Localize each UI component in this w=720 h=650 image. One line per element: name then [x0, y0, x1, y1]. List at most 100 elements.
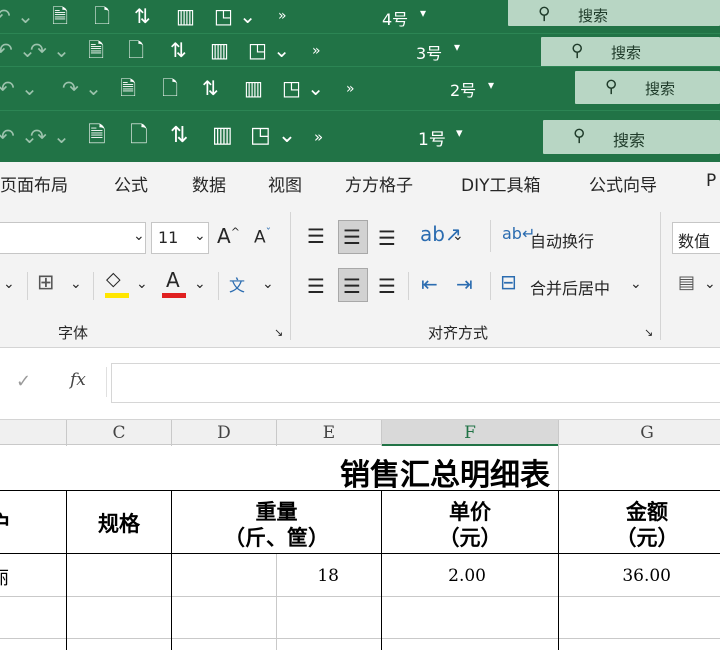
align-left-icon[interactable]: ☰ — [307, 274, 325, 298]
merge-center-label[interactable]: 合并后居中 — [530, 275, 610, 299]
sort-icon[interactable]: ⇅ — [134, 6, 151, 26]
column-header-d[interactable]: D — [172, 423, 276, 443]
decrease-font-icon[interactable]: Aˇ — [254, 226, 271, 248]
tab-formula-wizard[interactable]: 公式向导 — [589, 171, 657, 196]
new-file-icon[interactable]: 🗋 — [128, 40, 144, 60]
sort-icon[interactable]: ⇅ — [170, 40, 187, 60]
dialog-launcher-icon[interactable]: ↘ — [644, 326, 653, 339]
align-bottom-icon[interactable]: ☰ — [378, 226, 396, 250]
chevron-down-icon[interactable]: ▾ — [420, 6, 426, 20]
shapes-icon[interactable]: ◳ ⌄ — [282, 78, 324, 98]
more-icon[interactable]: » — [346, 79, 355, 99]
fill-color-icon[interactable]: ◇ — [106, 268, 121, 290]
chart-icon[interactable]: ▥ — [176, 6, 195, 26]
undo-icon[interactable]: ↶ ⌄ — [0, 78, 38, 98]
ribbon: ⌄ 11 ⌄ A^ Aˇ ⌄ ⊞ ⌄ ◇ ⌄ A ⌄ 文 ⌄ 字体 ↘ ☰ ☰ … — [0, 202, 720, 348]
divider — [490, 272, 491, 300]
redo-icon[interactable]: ↷ ⌄ — [62, 78, 102, 98]
decrease-indent-icon[interactable]: ⇤ — [421, 272, 438, 296]
save-icon[interactable]: 🗎 — [88, 125, 106, 147]
row1-amount[interactable]: 36.00 — [559, 566, 671, 586]
shapes-icon[interactable]: ◳ ⌄ — [248, 40, 290, 60]
wrap-text-label[interactable]: 自动换行 — [530, 228, 594, 252]
column-header-c[interactable]: C — [67, 423, 171, 443]
redo-icon[interactable]: ↷ ⌄ — [30, 40, 70, 60]
column-header-e[interactable]: E — [277, 423, 381, 443]
shapes-icon[interactable]: ◳ ⌄ — [250, 125, 296, 147]
sort-icon[interactable]: ⇅ — [170, 125, 188, 147]
tab-diy-toolbox[interactable]: DIY工具箱 — [461, 171, 541, 196]
save-icon[interactable]: 🗎 — [52, 6, 68, 26]
align-middle-icon: ☰ — [343, 225, 361, 249]
sheet-title[interactable]: 销售汇总明细表 — [300, 450, 590, 494]
chevron-down-icon[interactable]: ⌄ — [704, 276, 716, 292]
column-header-g[interactable]: G — [559, 423, 720, 443]
search-box[interactable]: ⚲ 搜索 — [543, 120, 720, 154]
chevron-down-icon[interactable]: ⌄ — [70, 276, 82, 292]
chevron-down-icon[interactable]: ⌄ — [452, 228, 464, 244]
formula-input[interactable] — [111, 363, 720, 403]
increase-indent-icon[interactable]: ⇥ — [456, 272, 473, 296]
chevron-down-icon[interactable]: ⌄ — [136, 276, 148, 292]
chevron-down-icon[interactable]: ⌄ — [3, 276, 15, 292]
number-format-select[interactable]: 数值 — [672, 222, 720, 254]
merge-center-icon[interactable]: ⊟ — [500, 270, 517, 294]
chevron-down-icon[interactable]: ▾ — [454, 40, 460, 54]
column-headers: C D E F G — [0, 419, 720, 446]
align-top-icon[interactable]: ☰ — [307, 224, 325, 248]
shapes-icon[interactable]: ◳ ⌄ — [214, 6, 256, 26]
chevron-down-icon[interactable]: ▾ — [456, 126, 463, 141]
chevron-down-icon: ⌄ — [133, 228, 145, 244]
tab-page-layout[interactable]: 页面布局 — [0, 171, 68, 196]
chevron-down-icon[interactable]: ▾ — [488, 78, 494, 92]
align-center-button[interactable]: ☰ — [338, 268, 368, 302]
align-middle-button[interactable]: ☰ — [338, 220, 368, 254]
title-bar-2: ↶ ⌄ ↷ ⌄ 🗎 🗋 ⇅ ▥ ◳ ⌄ » 2号 ▾ ⚲ 搜索 — [0, 66, 720, 110]
search-label: 搜索 — [613, 131, 646, 150]
phonetic-icon[interactable]: 文 — [229, 272, 245, 296]
new-file-icon[interactable]: 🗋 — [94, 6, 110, 26]
chevron-down-icon[interactable]: ⌄ — [262, 276, 274, 292]
tab-view[interactable]: 视图 — [268, 171, 302, 196]
tab-fangfang[interactable]: 方方格子 — [345, 171, 413, 196]
save-icon[interactable]: 🗎 — [120, 78, 136, 98]
header-spec[interactable]: 规格 — [67, 508, 171, 538]
enter-check-icon[interactable]: ✓ — [16, 371, 31, 392]
increase-font-icon[interactable]: A^ — [217, 224, 240, 248]
borders-icon[interactable]: ⊞ — [37, 270, 55, 294]
redo-icon[interactable]: ↷ ⌄ — [30, 126, 70, 146]
row1-price[interactable]: 2.00 — [382, 566, 486, 586]
row1-customer-partial[interactable]: 丽 — [0, 564, 10, 590]
sort-icon[interactable]: ⇅ — [202, 78, 219, 98]
header-customer-partial[interactable]: 户 — [0, 508, 11, 538]
chart-icon[interactable]: ▥ — [210, 40, 229, 60]
align-right-icon[interactable]: ☰ — [378, 274, 396, 298]
search-box[interactable]: ⚲ 搜索 — [575, 71, 720, 104]
row1-weight[interactable]: 18 — [277, 566, 339, 586]
insert-function-icon[interactable]: fx — [70, 370, 86, 390]
new-file-icon[interactable]: 🗋 — [130, 125, 148, 147]
chevron-down-icon[interactable]: ⌄ — [630, 276, 642, 292]
dialog-launcher-icon[interactable]: ↘ — [274, 326, 283, 339]
tab-formulas[interactable]: 公式 — [114, 171, 148, 196]
chart-icon[interactable]: ▥ — [244, 78, 263, 98]
more-icon[interactable]: » — [314, 127, 323, 147]
font-color-icon[interactable]: A — [166, 268, 180, 292]
font-name-select[interactable]: ⌄ — [0, 222, 146, 254]
chevron-down-icon[interactable]: ⌄ — [194, 276, 206, 292]
undo-icon[interactable]: ↶ ⌄ — [0, 6, 34, 26]
new-file-icon[interactable]: 🗋 — [162, 78, 178, 98]
tab-partial[interactable]: P — [706, 171, 716, 191]
more-icon[interactable]: » — [312, 41, 321, 61]
divider — [408, 272, 409, 300]
more-icon[interactable]: » — [278, 6, 287, 26]
tab-data[interactable]: 数据 — [192, 171, 226, 196]
accounting-format-icon[interactable]: ▤ — [678, 272, 695, 293]
worksheet[interactable]: 销售汇总明细表 户 规格 重量 （斤、筐） 单价 （元） 金额 （元） 丽 18… — [0, 446, 720, 650]
save-icon[interactable]: 🗎 — [88, 40, 104, 60]
column-header-f[interactable]: F — [382, 423, 558, 443]
search-box[interactable]: ⚲ 搜索 — [541, 37, 720, 66]
font-size-select[interactable]: 11 ⌄ — [151, 222, 209, 254]
chart-icon[interactable]: ▥ — [212, 125, 233, 147]
search-box[interactable]: ⚲ 搜索 — [508, 0, 720, 26]
